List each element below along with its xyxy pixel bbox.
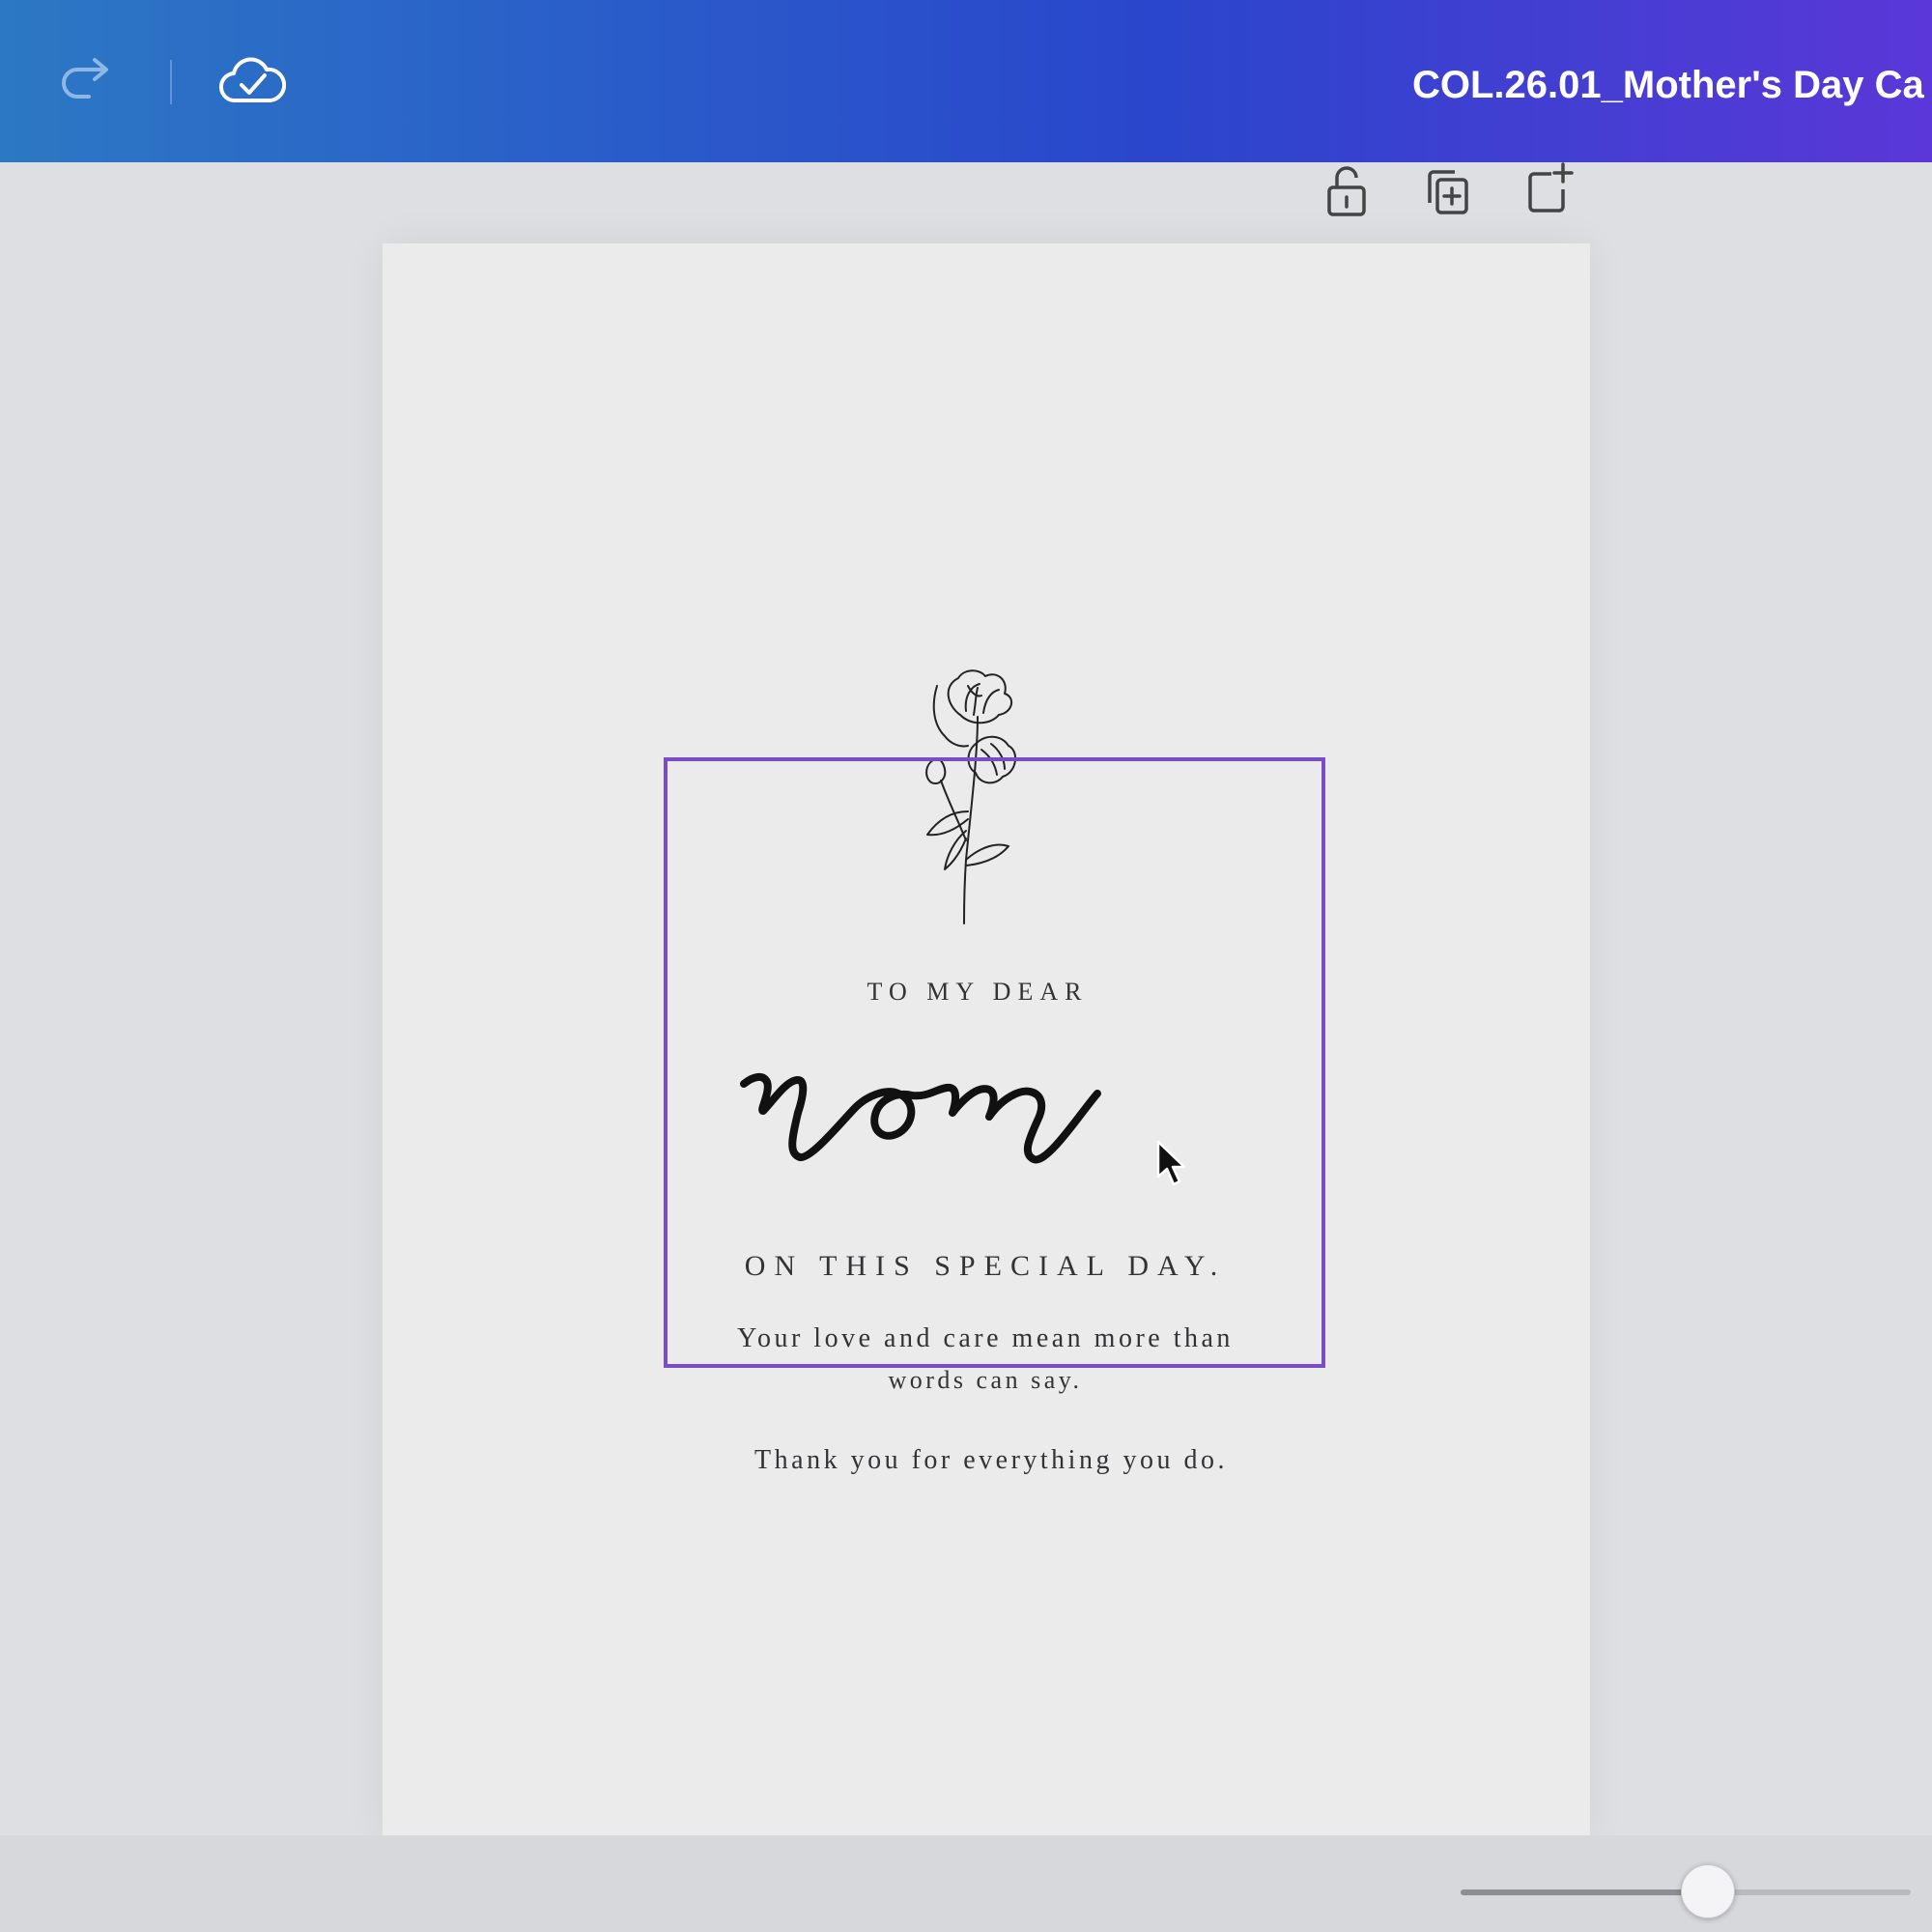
card-thanks-line[interactable]: Thank you for everything you do. [701, 1445, 1281, 1476]
zoom-slider-handle[interactable] [1681, 1864, 1736, 1918]
bottom-bar [0, 1835, 1932, 1932]
zoom-slider-fill [1461, 1889, 1709, 1895]
mouse-cursor-icon [1156, 1140, 1186, 1186]
duplicate-page-icon[interactable] [1420, 164, 1474, 222]
add-page-icon[interactable] [1522, 160, 1577, 218]
document-title[interactable]: COL.26.01_Mother's Day Ca [1412, 60, 1932, 110]
card-message-line-1[interactable]: Your love and care mean more than [676, 1323, 1294, 1354]
card-greeting-line[interactable]: TO MY DEAR [784, 978, 1171, 1007]
card-message-line-2[interactable]: words can say. [792, 1366, 1179, 1395]
card-special-day-line[interactable]: ON THIS SPECIAL DAY. [696, 1250, 1275, 1283]
toolbar-divider [170, 60, 172, 104]
unlock-icon[interactable] [1320, 162, 1374, 220]
redo-arrow-icon[interactable] [56, 56, 116, 104]
top-toolbar: COL.26.01_Mother's Day Ca [0, 0, 1932, 162]
cloud-check-icon[interactable] [218, 54, 286, 108]
